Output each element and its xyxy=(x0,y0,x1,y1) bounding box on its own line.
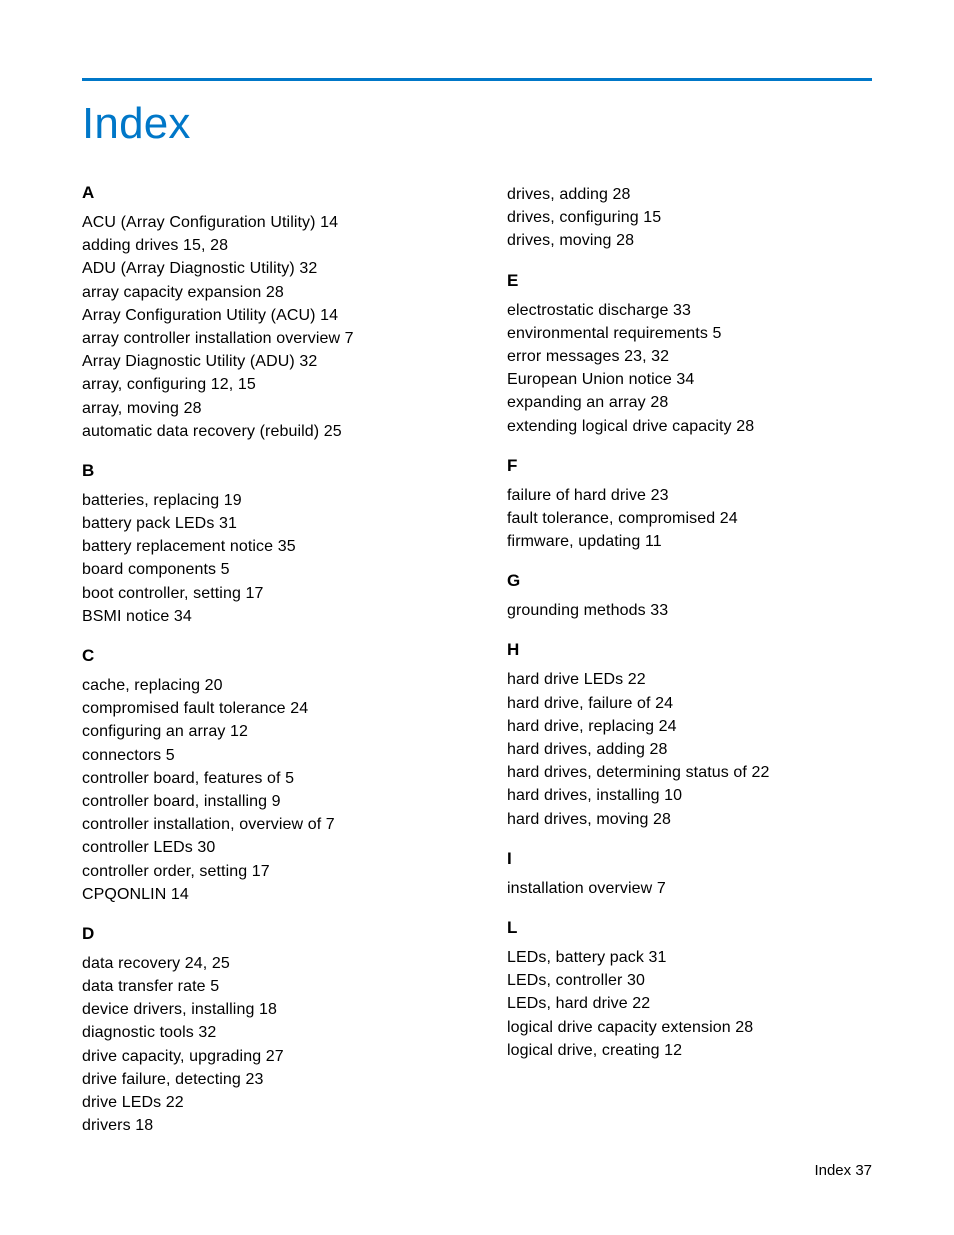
section-head-h: H xyxy=(507,640,872,660)
index-entry: drives, configuring 15 xyxy=(507,206,872,229)
index-entry: battery replacement notice 35 xyxy=(82,535,447,558)
index-entry: boot controller, setting 17 xyxy=(82,582,447,605)
index-entry: cache, replacing 20 xyxy=(82,674,447,697)
footer-page: 37 xyxy=(855,1162,872,1179)
index-entry: drives, adding 28 xyxy=(507,183,872,206)
index-entry: array capacity expansion 28 xyxy=(82,281,447,304)
index-entry: array, moving 28 xyxy=(82,397,447,420)
page-title: Index xyxy=(82,99,872,149)
index-entry: hard drive LEDs 22 xyxy=(507,668,872,691)
index-entry: hard drives, moving 28 xyxy=(507,808,872,831)
index-entry: electrostatic discharge 33 xyxy=(507,299,872,322)
index-entry: controller installation, overview of 7 xyxy=(82,813,447,836)
index-entry: connectors 5 xyxy=(82,744,447,767)
index-entry: ACU (Array Configuration Utility) 14 xyxy=(82,211,447,234)
index-entry: logical drive capacity extension 28 xyxy=(507,1016,872,1039)
index-entry: Array Diagnostic Utility (ADU) 32 xyxy=(82,350,447,373)
section-head-f: F xyxy=(507,456,872,476)
index-entry: adding drives 15, 28 xyxy=(82,234,447,257)
index-columns: A ACU (Array Configuration Utility) 14add… xyxy=(82,183,872,1137)
index-entry: batteries, replacing 19 xyxy=(82,489,447,512)
index-entry: device drivers, installing 18 xyxy=(82,998,447,1021)
index-entry: extending logical drive capacity 28 xyxy=(507,415,872,438)
index-entry: environmental requirements 5 xyxy=(507,322,872,345)
index-entry: drive failure, detecting 23 xyxy=(82,1068,447,1091)
index-entry: failure of hard drive 23 xyxy=(507,484,872,507)
index-entry: diagnostic tools 32 xyxy=(82,1021,447,1044)
index-entry: CPQONLIN 14 xyxy=(82,883,447,906)
section-head-b: B xyxy=(82,461,447,481)
section-head-d: D xyxy=(82,924,447,944)
index-entry: compromised fault tolerance 24 xyxy=(82,697,447,720)
index-entry: hard drives, installing 10 xyxy=(507,784,872,807)
index-entry: controller order, setting 17 xyxy=(82,860,447,883)
index-entry: hard drive, replacing 24 xyxy=(507,715,872,738)
index-entry: controller board, installing 9 xyxy=(82,790,447,813)
index-entry: data recovery 24, 25 xyxy=(82,952,447,975)
index-entry: drives, moving 28 xyxy=(507,229,872,252)
section-head-e: E xyxy=(507,271,872,291)
section-head-i: I xyxy=(507,849,872,869)
index-entry: drive capacity, upgrading 27 xyxy=(82,1045,447,1068)
index-entry: logical drive, creating 12 xyxy=(507,1039,872,1062)
index-entry: array controller installation overview 7 xyxy=(82,327,447,350)
index-entry: expanding an array 28 xyxy=(507,391,872,414)
index-entry: BSMI notice 34 xyxy=(82,605,447,628)
index-entry: automatic data recovery (rebuild) 25 xyxy=(82,420,447,443)
index-entry: data transfer rate 5 xyxy=(82,975,447,998)
index-entry: grounding methods 33 xyxy=(507,599,872,622)
right-column: drives, adding 28drives, configuring 15d… xyxy=(507,183,872,1137)
index-entry: controller board, features of 5 xyxy=(82,767,447,790)
index-entry: drive LEDs 22 xyxy=(82,1091,447,1114)
index-entry: LEDs, battery pack 31 xyxy=(507,946,872,969)
index-entry: hard drives, adding 28 xyxy=(507,738,872,761)
section-head-c: C xyxy=(82,646,447,666)
section-head-a: A xyxy=(82,183,447,203)
index-entry: battery pack LEDs 31 xyxy=(82,512,447,535)
index-entry: firmware, updating 11 xyxy=(507,530,872,553)
section-head-l: L xyxy=(507,918,872,938)
index-entry: hard drive, failure of 24 xyxy=(507,692,872,715)
footer-label: Index xyxy=(814,1162,851,1179)
footer: Index 37 xyxy=(814,1162,872,1179)
left-column: A ACU (Array Configuration Utility) 14add… xyxy=(82,183,447,1137)
page: Index A ACU (Array Configuration Utility)… xyxy=(0,0,954,1235)
index-entry: array, configuring 12, 15 xyxy=(82,373,447,396)
index-entry: error messages 23, 32 xyxy=(507,345,872,368)
section-head-g: G xyxy=(507,571,872,591)
index-entry: hard drives, determining status of 22 xyxy=(507,761,872,784)
index-entry: board components 5 xyxy=(82,558,447,581)
index-entry: controller LEDs 30 xyxy=(82,836,447,859)
index-entry: installation overview 7 xyxy=(507,877,872,900)
index-entry: drivers 18 xyxy=(82,1114,447,1137)
index-entry: configuring an array 12 xyxy=(82,720,447,743)
index-entry: fault tolerance, compromised 24 xyxy=(507,507,872,530)
index-entry: Array Configuration Utility (ACU) 14 xyxy=(82,304,447,327)
index-entry: LEDs, controller 30 xyxy=(507,969,872,992)
header-rule xyxy=(82,78,872,81)
index-entry: LEDs, hard drive 22 xyxy=(507,992,872,1015)
index-entry: European Union notice 34 xyxy=(507,368,872,391)
index-entry: ADU (Array Diagnostic Utility) 32 xyxy=(82,257,447,280)
